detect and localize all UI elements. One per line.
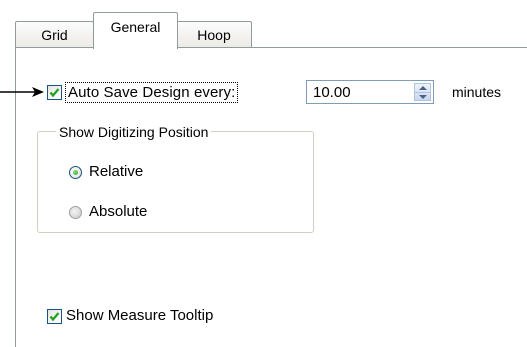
auto-save-interval-value[interactable]: 10.00: [313, 84, 351, 101]
checkmark-icon: [49, 312, 60, 322]
spin-buttons: [414, 83, 431, 101]
radio-selected-dot: [73, 170, 78, 175]
tab-hoop[interactable]: Hoop: [176, 21, 252, 48]
absolute-radio[interactable]: [69, 206, 82, 219]
arrow-right-icon: [0, 87, 44, 97]
checkmark-icon: [49, 88, 60, 98]
interval-unit-label: minutes: [452, 84, 502, 100]
tab-general-label: General: [110, 19, 161, 35]
digitizing-position-title: Show Digitizing Position: [56, 124, 212, 140]
spin-divider: [415, 92, 430, 93]
relative-radio-label[interactable]: Relative: [89, 163, 143, 180]
measure-tooltip-label[interactable]: Show Measure Tooltip: [66, 307, 213, 324]
absolute-radio-label[interactable]: Absolute: [89, 203, 147, 220]
spin-down-icon[interactable]: [419, 95, 427, 99]
auto-save-checkbox[interactable]: [47, 85, 62, 100]
tab-hoop-label: Hoop: [197, 27, 231, 43]
tab-general[interactable]: General: [93, 12, 178, 49]
auto-save-interval-stepper[interactable]: 10.00: [306, 80, 434, 104]
tab-grid-label: Grid: [41, 27, 68, 43]
tab-strip: Grid Hoop General: [0, 0, 527, 49]
auto-save-label[interactable]: Auto Save Design every:: [65, 82, 239, 103]
relative-radio[interactable]: [69, 166, 82, 179]
tab-grid[interactable]: Grid: [15, 21, 94, 48]
spin-up-icon[interactable]: [419, 86, 427, 90]
measure-tooltip-checkbox[interactable]: [47, 309, 62, 324]
